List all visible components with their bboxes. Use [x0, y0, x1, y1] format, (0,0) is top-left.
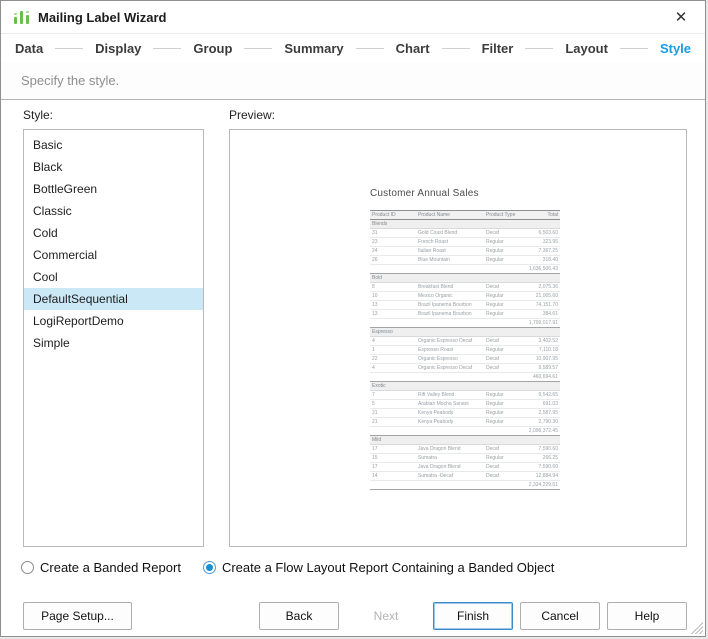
style-item-classic[interactable]: Classic	[24, 200, 203, 222]
app-logo-icon	[13, 9, 30, 26]
resize-grip-icon[interactable]	[691, 622, 703, 634]
table-row: 4Organic Espresso DecafDecaf3,402.52	[370, 337, 560, 346]
table-row: 21Kenya PeabodyRegular2,790.30	[370, 418, 560, 427]
window-title: Mailing Label Wizard	[38, 10, 166, 25]
help-button[interactable]: Help	[607, 602, 687, 630]
table-row: 1Espresso RoastRegular7,110.18	[370, 346, 560, 355]
style-item-defaultsequential[interactable]: DefaultSequential	[24, 288, 203, 310]
step-connector	[620, 48, 648, 49]
mailing-label-wizard-dialog: Mailing Label Wizard ✕ Data Display Group S…	[0, 0, 706, 637]
finish-button[interactable]: Finish	[433, 602, 513, 630]
subtotal-row: 460,694.61	[370, 373, 560, 382]
report-type-options: Create a Banded Report Create a Flow Layo…	[21, 560, 554, 575]
title-bar: Mailing Label Wizard ✕	[1, 1, 705, 34]
table-row: 13Brazil Ipanema BourbonRegular74,151.70	[370, 301, 560, 310]
page-setup-button[interactable]: Page Setup...	[23, 602, 132, 630]
table-row: 8Breakfast BlendDecaf2,075.36	[370, 283, 560, 292]
table-row: 22Organic EspressoDecaf10,907.95	[370, 355, 560, 364]
wizard-step-style[interactable]: Style	[660, 41, 691, 56]
table-row: 24Italian RoastRegular7,367.25	[370, 247, 560, 256]
group-row: Blends	[370, 220, 560, 229]
radio-button-icon[interactable]	[21, 561, 34, 574]
step-connector	[244, 48, 272, 49]
style-item-cold[interactable]: Cold	[24, 222, 203, 244]
wizard-step-layout[interactable]: Layout	[565, 41, 608, 56]
wizard-step-data[interactable]: Data	[15, 41, 43, 56]
group-row: Mild	[370, 436, 560, 445]
style-item-cool[interactable]: Cool	[24, 266, 203, 288]
table-row: 13Brazil Ipanema BourbonRegular384.61	[370, 310, 560, 319]
report-table: Product IDProduct NameProduct TypeTotalB…	[370, 210, 560, 490]
subtotal-row: 2,324,229.61	[370, 481, 560, 490]
report-preview: Customer Annual Sales Product IDProduct …	[370, 188, 544, 490]
step-connector	[525, 48, 553, 49]
radio-label: Create a Banded Report	[40, 560, 181, 575]
wizard-steps: Data Display Group Summary Chart Filter Layout…	[1, 34, 705, 62]
footer-buttons: Back Next Finish Cancel Help	[259, 602, 687, 630]
subtitle-text: Specify the style.	[21, 73, 119, 88]
cancel-button[interactable]: Cancel	[520, 602, 600, 630]
preview-panel: Customer Annual Sales Product IDProduct …	[229, 129, 687, 547]
radio-button-icon[interactable]	[203, 561, 216, 574]
wizard-step-filter[interactable]: Filter	[482, 41, 514, 56]
report-title: Customer Annual Sales	[370, 188, 544, 199]
style-item-logireportdemo[interactable]: LogiReportDemo	[24, 310, 203, 332]
table-row: 10Mexico OrganicRegular21,005.60	[370, 292, 560, 301]
step-connector	[356, 48, 384, 49]
style-list-label: Style:	[23, 108, 53, 122]
style-item-basic[interactable]: Basic	[24, 134, 203, 156]
preview-label: Preview:	[229, 108, 275, 122]
wizard-step-group[interactable]: Group	[193, 41, 232, 56]
style-item-commercial[interactable]: Commercial	[24, 244, 203, 266]
subtitle-strip: Specify the style.	[1, 62, 705, 100]
table-row: 7Rift Valley BlendRegular9,542.65	[370, 391, 560, 400]
group-row: Exotic	[370, 382, 560, 391]
radio-option[interactable]: Create a Banded Report	[21, 560, 181, 575]
table-row: 4Organic Espresso DecafDecaf9,589.57	[370, 364, 560, 373]
wizard-step-chart[interactable]: Chart	[396, 41, 430, 56]
table-row: 26Blue MountainRegular318.40	[370, 256, 560, 265]
subtotal-row: 1,636,506.43	[370, 265, 560, 274]
table-row: 21Kenya PeabodyRegular2,587.95	[370, 409, 560, 418]
table-row: 17Java Dragon BlendDecaf7,590.60	[370, 463, 560, 472]
style-item-bottlegreen[interactable]: BottleGreen	[24, 178, 203, 200]
style-item-black[interactable]: Black	[24, 156, 203, 178]
table-header-row: Product IDProduct NameProduct TypeTotal	[370, 211, 560, 220]
style-item-simple[interactable]: Simple	[24, 332, 203, 354]
radio-option[interactable]: Create a Flow Layout Report Containing a…	[203, 560, 554, 575]
back-button[interactable]: Back	[259, 602, 339, 630]
next-button: Next	[346, 602, 426, 630]
step-connector	[55, 48, 83, 49]
group-row: Bold	[370, 274, 560, 283]
wizard-step-summary[interactable]: Summary	[284, 41, 343, 56]
step-connector	[442, 48, 470, 49]
group-row: Espresso	[370, 328, 560, 337]
subtotal-row: 1,799,017.91	[370, 319, 560, 328]
table-row: 17Java Dragon BlendDecaf7,590.60	[370, 445, 560, 454]
table-row: 23French RoastRegular323.95	[370, 238, 560, 247]
wizard-step-display[interactable]: Display	[95, 41, 141, 56]
table-row: 14Sumatra -DecafDecaf12,884.94	[370, 472, 560, 481]
subtotal-row: 2,096,372.45	[370, 427, 560, 436]
table-row: 5Arabian Mocha SananiRegular691.03	[370, 400, 560, 409]
close-icon[interactable]: ✕	[667, 5, 695, 29]
radio-label: Create a Flow Layout Report Containing a…	[222, 560, 554, 575]
table-row: 31Gold Coast BlendDecaf6,503.60	[370, 229, 560, 238]
step-connector	[153, 48, 181, 49]
style-listbox[interactable]: BasicBlackBottleGreenClassicColdCommerci…	[23, 129, 204, 547]
table-row: 15SumatraRegular266.25	[370, 454, 560, 463]
